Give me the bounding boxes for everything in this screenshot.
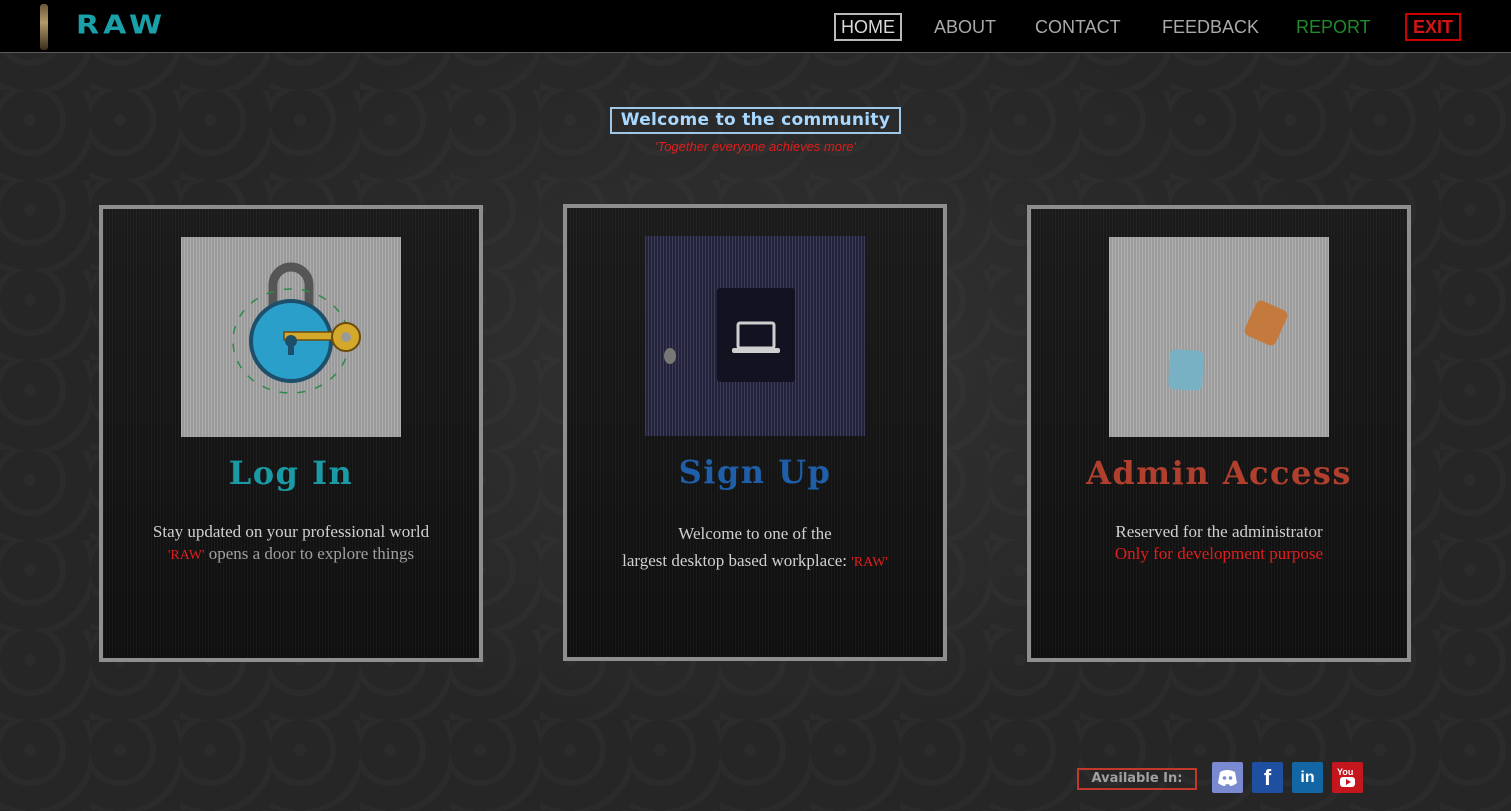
signup-line2: largest desktop based workplace: 'RAW' bbox=[567, 547, 943, 576]
signup-title[interactable]: Sign Up bbox=[567, 453, 943, 491]
admin-card[interactable]: Admin Access Reserved for the administra… bbox=[1027, 205, 1411, 662]
linkedin-icon[interactable]: in bbox=[1292, 762, 1323, 793]
admin-title[interactable]: Admin Access bbox=[1031, 454, 1407, 492]
welcome-heading: Welcome to the community bbox=[610, 107, 901, 134]
logo-feather-icon bbox=[40, 4, 48, 50]
padlock-with-key-icon bbox=[181, 237, 401, 437]
nav-about[interactable]: ABOUT bbox=[934, 13, 996, 41]
youtube-play-glyph bbox=[1340, 777, 1355, 787]
tagline: 'Together everyone achieves more' bbox=[654, 139, 857, 154]
raw-tag: 'RAW' bbox=[851, 555, 888, 570]
nav-home[interactable]: HOME bbox=[834, 13, 902, 41]
nav-exit[interactable]: EXIT bbox=[1405, 13, 1462, 41]
login-line2: 'RAW' opens a door to explore things bbox=[103, 543, 479, 567]
available-in-label: Available In: bbox=[1077, 768, 1197, 790]
discord-icon[interactable] bbox=[1212, 762, 1243, 793]
youtube-icon[interactable]: You bbox=[1332, 762, 1363, 793]
login-title[interactable]: Log In bbox=[103, 454, 479, 492]
top-navigation-bar: RAW HOME ABOUT CONTACT FEEDBACK REPORT E… bbox=[0, 0, 1511, 53]
facebook-icon[interactable]: f bbox=[1252, 762, 1283, 793]
admin-line2: Only for development purpose bbox=[1114, 544, 1324, 563]
admin-line1: Reserved for the administrator bbox=[1115, 522, 1323, 541]
nav-contact[interactable]: CONTACT bbox=[1035, 13, 1121, 41]
signup-description: Welcome to one of the largest desktop ba… bbox=[567, 520, 943, 576]
login-description: Stay updated on your professional world … bbox=[103, 521, 479, 567]
signup-card[interactable]: Sign Up Welcome to one of the largest de… bbox=[563, 204, 947, 661]
login-line2-text: opens a door to explore things bbox=[204, 544, 415, 563]
login-line1: Stay updated on your professional world bbox=[152, 522, 430, 541]
discord-glyph bbox=[1218, 770, 1237, 786]
admin-description: Reserved for the administrator Only for … bbox=[1031, 521, 1407, 565]
login-card[interactable]: Log In Stay updated on your professional… bbox=[99, 205, 483, 662]
floating-squares-icon bbox=[1109, 237, 1329, 437]
nav-report[interactable]: REPORT bbox=[1296, 13, 1371, 41]
laptop-door-icon bbox=[645, 236, 865, 436]
signup-line2-text: largest desktop based workplace: bbox=[622, 551, 852, 570]
logo-text[interactable]: RAW bbox=[76, 11, 166, 41]
nav-feedback[interactable]: FEEDBACK bbox=[1162, 13, 1259, 41]
raw-tag: 'RAW' bbox=[167, 548, 205, 563]
signup-line1: Welcome to one of the bbox=[678, 524, 832, 543]
